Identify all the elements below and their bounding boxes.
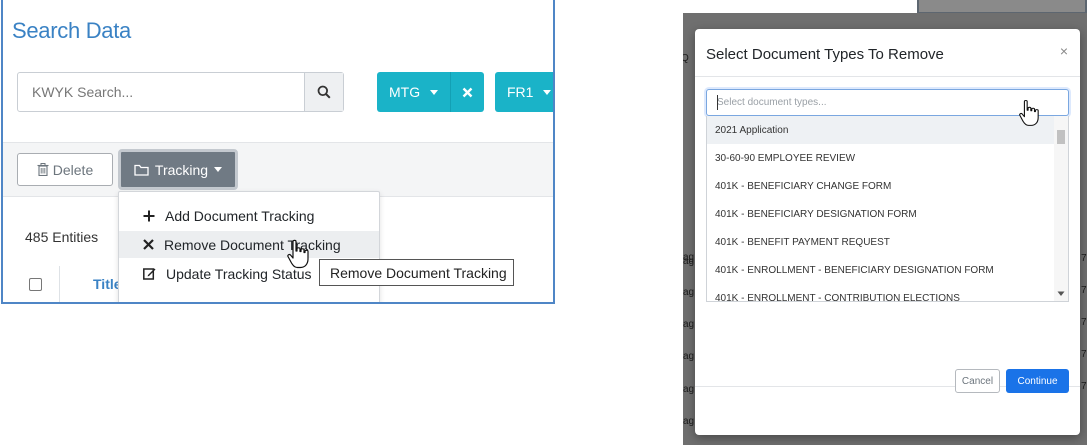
menu-item-label: Add Document Tracking [165,207,315,224]
trash-icon [37,163,49,176]
entity-count: 485 Entities [25,229,99,245]
option-item[interactable]: 401K - BENEFIT PAYMENT REQUEST [707,228,1055,256]
delete-button[interactable]: Delete [17,153,113,186]
edge-mark: 7 [1081,349,1087,360]
modal-footer [695,386,1080,435]
tooltip: Remove Document Tracking [319,259,514,286]
close-icon [143,239,154,250]
close-icon [462,87,473,97]
folder-icon [134,164,149,176]
column-divider [59,266,60,302]
cancel-button[interactable]: Cancel [955,369,1000,393]
document-type-options: 2021 Application 30-60-90 EMPLOYEE REVIE… [706,116,1069,302]
chevron-down-icon [430,89,439,95]
edit-icon [143,268,156,280]
search-button[interactable] [304,73,343,111]
hand-pointer-icon [1019,99,1039,126]
filter-chip-fr1: FR1 [495,72,553,112]
text-cursor [717,95,718,110]
option-item[interactable]: 401K - ENROLLMENT - BENEFICIARY DESIGNAT… [707,256,1055,284]
menu-item-add-tracking[interactable]: Add Document Tracking [119,202,379,229]
chip-mtg-remove-button[interactable] [450,72,485,112]
document-type-search-input[interactable] [707,90,1037,115]
scrollbar[interactable] [1054,116,1068,301]
close-button[interactable]: × [1060,43,1068,59]
document-type-select[interactable] [706,89,1069,116]
plus-icon [143,210,155,221]
modal-title: Select Document Types To Remove [706,46,944,63]
filter-chip-mtg: MTG [377,72,485,112]
hand-pointer-icon [287,239,309,269]
option-item[interactable]: 30-60-90 EMPLOYEE REVIEW [707,144,1055,172]
option-item[interactable]: 401K - BENEFICIARY CHANGE FORM [707,172,1055,200]
edge-mark: 7 [1081,285,1087,296]
edge-mark: ag [683,416,695,427]
menu-item-remove-tracking[interactable]: Remove Document Tracking [119,231,379,258]
select-document-types-modal: Select Document Types To Remove × 2021 A… [695,29,1080,435]
menu-item-label: Remove Document Tracking [164,236,341,253]
scroll-down-icon[interactable] [1057,291,1065,297]
tracking-dropdown-button[interactable]: Tracking [118,149,238,190]
chip-fr1-dropdown[interactable]: FR1 [495,72,553,112]
scrollbar-thumb[interactable] [1057,130,1065,144]
chip-mtg-label: MTG [389,84,421,100]
edge-mark: Q [683,53,689,64]
background-window-edge [917,0,1087,14]
edge-mark: 7 [1081,381,1087,392]
tracking-label: Tracking [154,161,209,178]
chip-fr1-label: FR1 [507,84,534,100]
search-icon [317,85,331,99]
chip-mtg-dropdown[interactable]: MTG [377,72,451,112]
option-item[interactable]: 401K - ENROLLMENT - CONTRIBUTION ELECTIO… [707,284,1055,302]
edge-mark: ag [683,287,695,298]
search-data-panel: Search Data MTG FR1 [1,0,555,304]
option-item[interactable]: 2021 Application [707,116,1055,144]
tracking-dropdown-menu: Add Document Tracking Remove Document Tr… [118,191,380,302]
edge-mark: 7 [1081,317,1087,328]
page-title: Search Data [12,18,131,43]
select-all-checkbox[interactable] [29,278,42,291]
search-input[interactable] [18,73,304,111]
edge-mark: 7 [1081,253,1087,264]
edge-mark: ag [683,319,695,330]
edge-mark: ag [683,384,695,395]
modal-header: Select Document Types To Remove × [695,29,1080,77]
chevron-down-icon [214,167,223,172]
edge-mark: ag [683,256,695,267]
continue-button[interactable]: Continue [1006,369,1069,393]
delete-label: Delete [52,161,94,178]
search-box [17,72,344,112]
option-item[interactable]: 401K - BENEFICIARY DESIGNATION FORM [707,200,1055,228]
edge-mark: ag [683,351,695,362]
chevron-down-icon [543,89,552,95]
